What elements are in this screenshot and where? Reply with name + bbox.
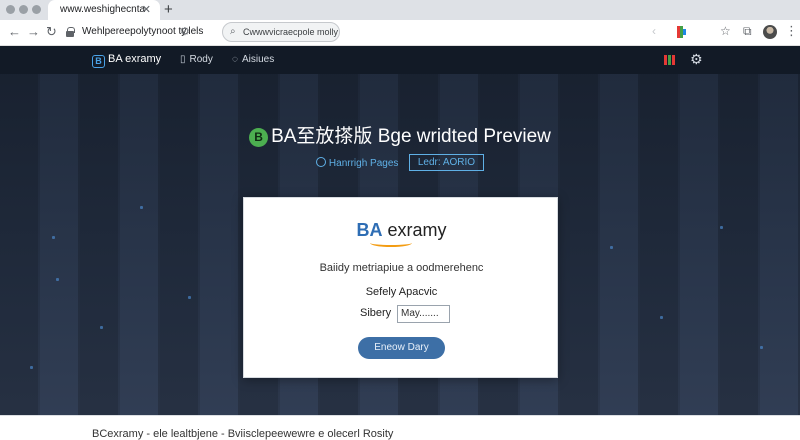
rack-light-decoration	[720, 226, 723, 229]
status-indicator-icon[interactable]	[664, 55, 676, 65]
rack-light-decoration	[760, 346, 763, 349]
rack-light-decoration	[660, 316, 663, 319]
avatar[interactable]	[763, 25, 777, 39]
back-arrow-icon-secondary[interactable]: ‹	[652, 24, 656, 38]
site-navbar: B BA exramy ▯ Rody ◌ Aisiues ⚙	[0, 46, 800, 74]
window-close-dot[interactable]	[6, 5, 15, 14]
rack-light-decoration	[56, 278, 59, 281]
window-zoom-dot[interactable]	[32, 5, 41, 14]
kebab-menu-icon[interactable]: ⋮	[785, 23, 798, 39]
extensions-puzzle-icon[interactable]: ⧉	[743, 24, 752, 39]
page-footer: BCexramy - ele lealtbjene - Bviisclepeew…	[0, 415, 800, 440]
card-text-input[interactable]: May.......	[397, 305, 450, 323]
hero-link-label: Hanrrigh Pages	[328, 157, 399, 169]
hero-logo-icon: B	[249, 128, 269, 147]
card-logo: BA exramy	[244, 220, 559, 241]
rack-light-decoration	[188, 296, 191, 299]
nav-link-aisiues[interactable]: ◌ Aisiues	[232, 54, 274, 65]
star-icon[interactable]: ☆	[720, 24, 731, 38]
logo-smile-icon	[370, 239, 412, 247]
nav-link-rody[interactable]: ▯ Rody	[180, 54, 213, 65]
chat-icon: ◌	[232, 54, 238, 65]
hero-title: B BA至放搽版 Bge wridted Preview	[0, 121, 800, 148]
tab-title: www.weshighecnta	[60, 4, 146, 15]
rack-light-decoration	[140, 206, 143, 209]
omnibox-search[interactable]: ⌕ Cwwwvicraecpole molly	[222, 22, 340, 42]
rack-light-decoration	[52, 236, 55, 239]
tab-close-icon[interactable]: ✕	[142, 3, 151, 16]
gear-icon[interactable]: ⚙	[690, 51, 703, 68]
globe-icon	[315, 156, 326, 167]
forward-arrow-icon[interactable]: →	[27, 24, 40, 39]
card-field-label: Sefely Apacvic	[365, 286, 438, 298]
hero-title-text: BA至放搽版 Bge wridted Preview	[271, 126, 551, 147]
card-logo-name: exramy	[382, 220, 447, 240]
nav-link-label: Aisiues	[241, 54, 275, 65]
lock-icon[interactable]	[66, 27, 75, 37]
brand-logo-icon: B	[92, 55, 105, 68]
rack-light-decoration	[610, 246, 613, 249]
search-icon: ⌕	[230, 26, 236, 37]
page-content: B BA exramy ▯ Rody ◌ Aisiues ⚙ B BA至放搽版 Bge …	[0, 46, 800, 440]
card-input-label: Sibery	[360, 307, 392, 319]
brand-name: BA exramy	[108, 53, 162, 65]
card-logo-ba: BA	[356, 220, 383, 240]
new-tab-button[interactable]: +	[164, 1, 173, 18]
hero-cta-button[interactable]: Ledr: AORIO	[408, 154, 485, 172]
site-info-icon[interactable]: ⚙	[180, 25, 190, 38]
browser-tab-bar: www.weshighecnta ✕ +	[0, 0, 800, 20]
window-minimize-dot[interactable]	[19, 5, 28, 14]
footer-text: BCexramy - ele lealtbjene - Bviisclepeew…	[92, 428, 394, 440]
document-icon: ▯	[180, 54, 186, 65]
omnibox-text: Cwwwvicraecpole molly	[243, 27, 339, 37]
reload-icon[interactable]: ↻	[46, 24, 57, 40]
login-card: BA exramy Baiidy metriapiue a oodmerehen…	[243, 197, 558, 378]
rack-light-decoration	[30, 366, 33, 369]
card-subtitle: Baiidy metriapiue a oodmerehenc	[319, 262, 484, 274]
nav-link-label: Rody	[189, 54, 213, 65]
rack-light-decoration	[100, 326, 103, 329]
browser-tab[interactable]: www.weshighecnta ✕	[48, 0, 160, 20]
hero-actions: Hanrrigh Pages Ledr: AORIO	[0, 154, 800, 172]
back-arrow-icon[interactable]: ←	[8, 24, 21, 39]
site-brand-link[interactable]: B BA exramy	[92, 53, 161, 68]
browser-toolbar: ← → ↻ Wehlpereepolytynoot ty.lels ⚙ ⌕ Cw…	[0, 20, 800, 46]
extension-icon[interactable]	[677, 26, 686, 38]
hero-pages-link[interactable]: Hanrrigh Pages	[315, 156, 399, 169]
card-submit-button[interactable]: Eneow Dary	[358, 337, 445, 359]
